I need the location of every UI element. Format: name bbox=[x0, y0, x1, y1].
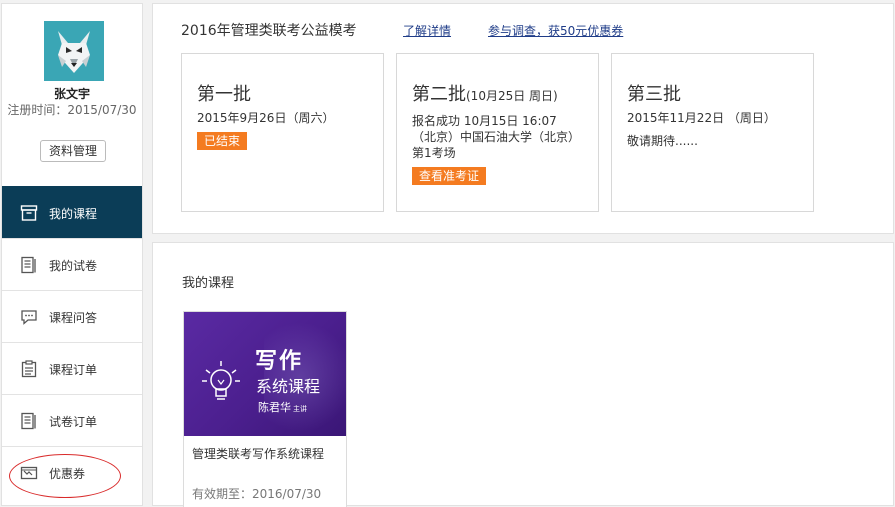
course-name[interactable]: 管理类联考写作系统课程 bbox=[192, 445, 324, 462]
sidebar-item-coupons[interactable]: 优惠券 bbox=[2, 446, 142, 498]
coupon-icon bbox=[20, 466, 38, 480]
course-thumbnail[interactable]: 写作 系统课程 陈君华 主讲 bbox=[184, 312, 346, 436]
sidebar-item-course-qa[interactable]: 课程问答 bbox=[2, 290, 142, 342]
mock-exam-panel: 2016年管理类联考公益模考 了解详情 参与调查，获50元优惠券 第一批 201… bbox=[152, 3, 894, 234]
clipboard-icon bbox=[21, 360, 37, 378]
registration-status: 报名成功 10月15日 16:07 bbox=[412, 114, 557, 128]
batch-card-3: 第三批 2015年11月22日 （周日） 敬请期待...... bbox=[611, 53, 814, 212]
batch-name-text: 第二批 bbox=[412, 84, 466, 105]
thumb-subtitle: 系统课程 bbox=[256, 377, 321, 396]
thumb-title: 写作 bbox=[255, 349, 304, 374]
thumb-author: 陈君华 主讲 bbox=[258, 399, 307, 415]
batch-date: 2015年11月22日 （周日） bbox=[627, 111, 776, 125]
batch-date-sub: (10月25日 周日) bbox=[466, 89, 558, 103]
registration-time: 注册时间：2015/07/30 bbox=[7, 103, 137, 117]
chat-bubble-icon bbox=[21, 310, 37, 325]
profile-management-button[interactable]: 资料管理 bbox=[40, 140, 106, 162]
sidebar-item-label: 课程问答 bbox=[49, 311, 98, 325]
batch-name: 第三批 bbox=[627, 84, 681, 105]
sidebar-item-label: 课程订单 bbox=[49, 363, 98, 377]
sidebar-item-label: 我的课程 bbox=[49, 207, 98, 221]
batch-name: 第一批 bbox=[197, 84, 251, 105]
thumb-author-name: 陈君华 bbox=[258, 401, 291, 414]
sidebar-item-label: 优惠券 bbox=[49, 467, 86, 481]
batch-card-2: 第二批(10月25日 周日) 报名成功 10月15日 16:07 （北京）中国石… bbox=[396, 53, 599, 212]
exam-venue: （北京）中国石油大学（北京） bbox=[412, 130, 581, 144]
section-title: 我的课程 bbox=[182, 276, 235, 291]
avatar[interactable] bbox=[44, 21, 104, 81]
coming-soon-note: 敬请期待...... bbox=[627, 134, 698, 148]
thumb-author-suffix: 主讲 bbox=[293, 405, 307, 413]
my-courses-panel: 我的课程 写作 系统课程 陈君华 主讲 管理类联考写作系统课程 有效期至：2016… bbox=[152, 242, 894, 507]
lightbulb-icon bbox=[202, 361, 240, 400]
course-card[interactable]: 写作 系统课程 陈君华 主讲 管理类联考写作系统课程 有效期至：2016/07/3… bbox=[183, 311, 347, 507]
status-badge: 已结束 bbox=[197, 132, 248, 150]
wolf-avatar-icon bbox=[44, 21, 104, 81]
survey-coupon-link[interactable]: 参与调查，获50元优惠券 bbox=[488, 22, 623, 39]
sidebar: 张文宇 注册时间：2015/07/30 资料管理 我的课程 我的试卷 课程问答 … bbox=[1, 3, 143, 506]
document-list-icon bbox=[21, 412, 36, 430]
mock-exam-title: 2016年管理类联考公益模考 bbox=[181, 23, 357, 39]
sidebar-item-label: 我的试卷 bbox=[49, 259, 98, 273]
batch-card-1: 第一批 2015年9月26日（周六） 已结束 bbox=[181, 53, 384, 212]
batch-name: 第二批(10月25日 周日) bbox=[412, 80, 558, 106]
sidebar-item-my-exams[interactable]: 我的试卷 bbox=[2, 238, 142, 290]
sidebar-item-course-orders[interactable]: 课程订单 bbox=[2, 342, 142, 394]
exam-room: 第1考场 bbox=[412, 146, 456, 160]
username: 张文宇 bbox=[53, 87, 90, 101]
learn-more-link[interactable]: 了解详情 bbox=[403, 22, 451, 39]
sidebar-item-exam-orders[interactable]: 试卷订单 bbox=[2, 394, 142, 446]
user-profile: 张文宇 注册时间：2015/07/30 资料管理 bbox=[2, 4, 142, 186]
view-admission-ticket-button[interactable]: 查看准考证 bbox=[412, 167, 487, 185]
course-box-icon bbox=[20, 205, 38, 221]
sidebar-item-my-courses[interactable]: 我的课程 bbox=[2, 186, 142, 238]
sidebar-nav: 我的课程 我的试卷 课程问答 课程订单 试卷订单 优惠券 bbox=[2, 186, 142, 498]
exam-paper-icon bbox=[21, 256, 36, 274]
course-expiry: 有效期至：2016/07/30 bbox=[192, 487, 322, 501]
batch-date: 2015年9月26日（周六） bbox=[197, 111, 335, 125]
sidebar-item-label: 试卷订单 bbox=[49, 415, 98, 429]
